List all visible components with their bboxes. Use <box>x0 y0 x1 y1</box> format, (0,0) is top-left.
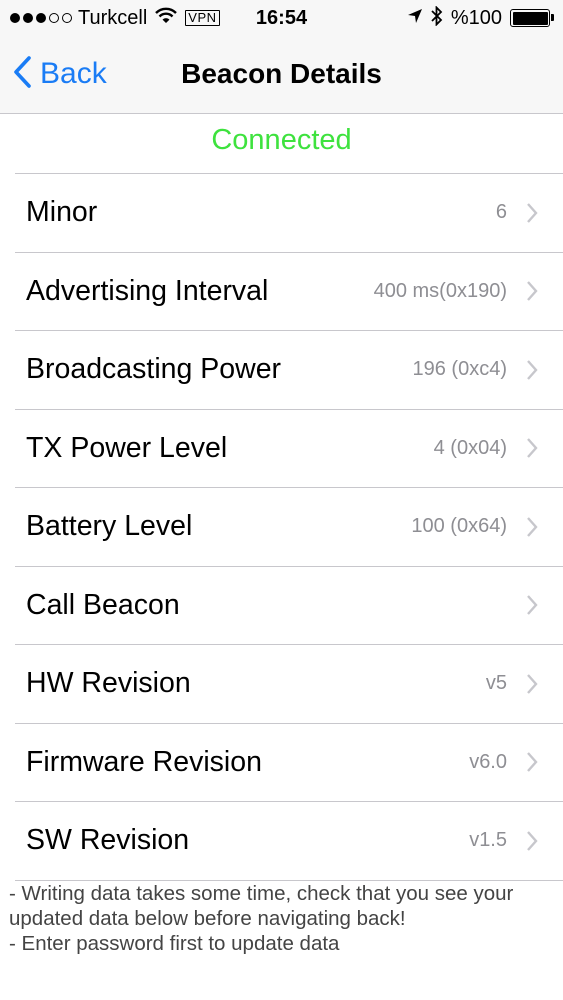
bluetooth-icon <box>431 4 443 31</box>
footer-note: - Enter password first to update data <box>9 932 340 955</box>
location-arrow-icon <box>407 8 423 29</box>
row-value: 100 (0x64) <box>411 515 507 538</box>
row-value: 400 ms(0x190) <box>373 279 507 302</box>
chevron-right-icon <box>525 673 539 695</box>
row-value: v6.0 <box>469 750 507 773</box>
row-value: 6 <box>495 201 507 224</box>
row-value: v5 <box>485 672 507 695</box>
row-label: Broadcasting Power <box>26 353 282 386</box>
chevron-right-icon <box>525 280 539 302</box>
row-value: 4 (0x04) <box>433 436 507 459</box>
row-advertising-interval[interactable]: Advertising Interval 400 ms(0x190) <box>0 253 563 331</box>
row-label: Advertising Interval <box>26 274 269 307</box>
row-value: v1.5 <box>469 829 507 852</box>
chevron-right-icon <box>525 751 539 773</box>
beacon-details-table: Minor 6 Advertising Interval 400 ms(0x19… <box>0 173 563 881</box>
chevron-right-icon <box>525 202 539 224</box>
connection-status: Connected <box>211 124 352 156</box>
footer-notes: - Writing data takes some time, check th… <box>9 881 559 956</box>
row-label: SW Revision <box>26 824 190 857</box>
navigation-bar: Beacon Details Back <box>0 36 563 114</box>
row-battery-level[interactable]: Battery Level 100 (0x64) <box>0 488 563 566</box>
row-label: Minor <box>26 196 98 229</box>
row-value: 196 (0xc4) <box>412 358 508 381</box>
row-label: Battery Level <box>26 510 193 543</box>
row-firmware-revision[interactable]: Firmware Revision v6.0 <box>0 724 563 802</box>
battery-fill <box>512 11 548 25</box>
row-hw-revision[interactable]: HW Revision v5 <box>0 645 563 723</box>
chevron-right-icon <box>525 830 539 852</box>
battery-icon <box>510 9 554 27</box>
chevron-left-icon <box>12 55 32 94</box>
row-tx-power-level[interactable]: TX Power Level 4 (0x04) <box>0 410 563 488</box>
row-broadcasting-power[interactable]: Broadcasting Power 196 (0xc4) <box>0 331 563 409</box>
chevron-right-icon <box>525 437 539 459</box>
row-label: Call Beacon <box>26 588 180 621</box>
battery-percent: %100 <box>450 6 502 29</box>
status-right: %100 <box>407 4 554 31</box>
row-call-beacon[interactable]: Call Beacon <box>0 567 563 645</box>
chevron-right-icon <box>525 594 539 616</box>
chevron-right-icon <box>525 359 539 381</box>
row-label: HW Revision <box>26 667 191 700</box>
status-bar: Turkcell VPN 16:54 %100 <box>0 0 563 36</box>
row-label: TX Power Level <box>26 431 228 464</box>
back-button[interactable]: Back <box>12 54 107 94</box>
back-label: Back <box>40 57 107 90</box>
row-label: Firmware Revision <box>26 745 262 778</box>
row-minor[interactable]: Minor 6 <box>0 174 563 252</box>
footer-note: - Writing data takes some time, check th… <box>9 882 520 930</box>
chevron-right-icon <box>525 516 539 538</box>
row-sw-revision[interactable]: SW Revision v1.5 <box>0 802 563 880</box>
